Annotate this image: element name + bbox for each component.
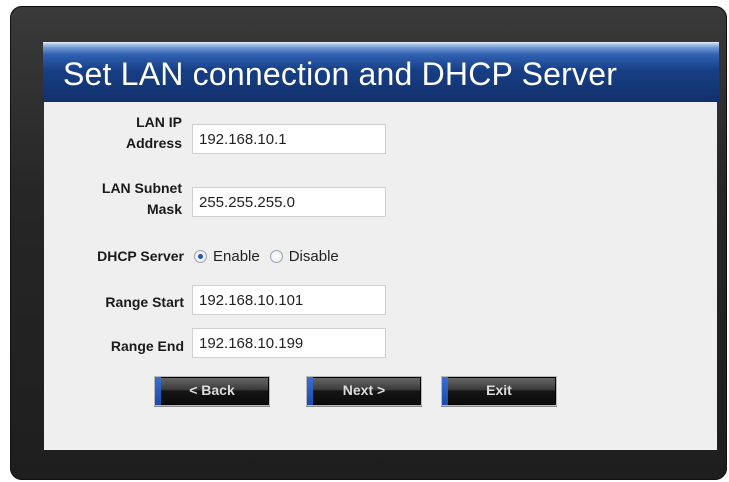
exit-button[interactable]: Exit [441, 376, 557, 406]
form-panel: LAN IP Address LAN Subnet Mask DHCP Serv… [44, 102, 717, 450]
next-button-label: Next > [342, 382, 386, 398]
subnet-mask-input[interactable] [192, 187, 386, 217]
range-end-label: Range End [110, 338, 184, 354]
subnet-label-line2: Mask [146, 201, 182, 217]
lan-ip-label: LAN IP Address [44, 112, 182, 154]
exit-button-label: Exit [486, 382, 512, 398]
range-end-input[interactable] [192, 328, 386, 358]
subnet-mask-label: LAN Subnet Mask [44, 178, 182, 220]
back-button[interactable]: < Back [154, 376, 270, 406]
range-start-label: Range Start [105, 294, 184, 310]
dhcp-disable-radio[interactable] [269, 249, 283, 263]
title-bar: Set LAN connection and DHCP Server [43, 42, 719, 103]
next-button[interactable]: Next > [306, 376, 422, 406]
dhcp-enable-radio[interactable] [194, 249, 207, 263]
dialog-title: Set LAN connection and DHCP Server [63, 56, 618, 92]
lan-ip-label-line1: LAN IP [136, 114, 182, 130]
dhcp-enable-label[interactable]: Enable [213, 248, 260, 265]
lan-ip-label-line2: Address [125, 135, 182, 151]
range-start-input[interactable] [192, 285, 386, 315]
lan-ip-input[interactable] [192, 124, 386, 154]
dhcp-server-label: DHCP Server [97, 248, 184, 264]
back-button-label: < Back [189, 382, 235, 398]
dhcp-disable-label[interactable]: Disable [289, 248, 339, 265]
dhcp-radio-group: Enable Disable [194, 244, 349, 268]
subnet-label-line1: LAN Subnet [101, 180, 182, 196]
dialog-frame: Set LAN connection and DHCP Server LAN I… [10, 6, 727, 480]
